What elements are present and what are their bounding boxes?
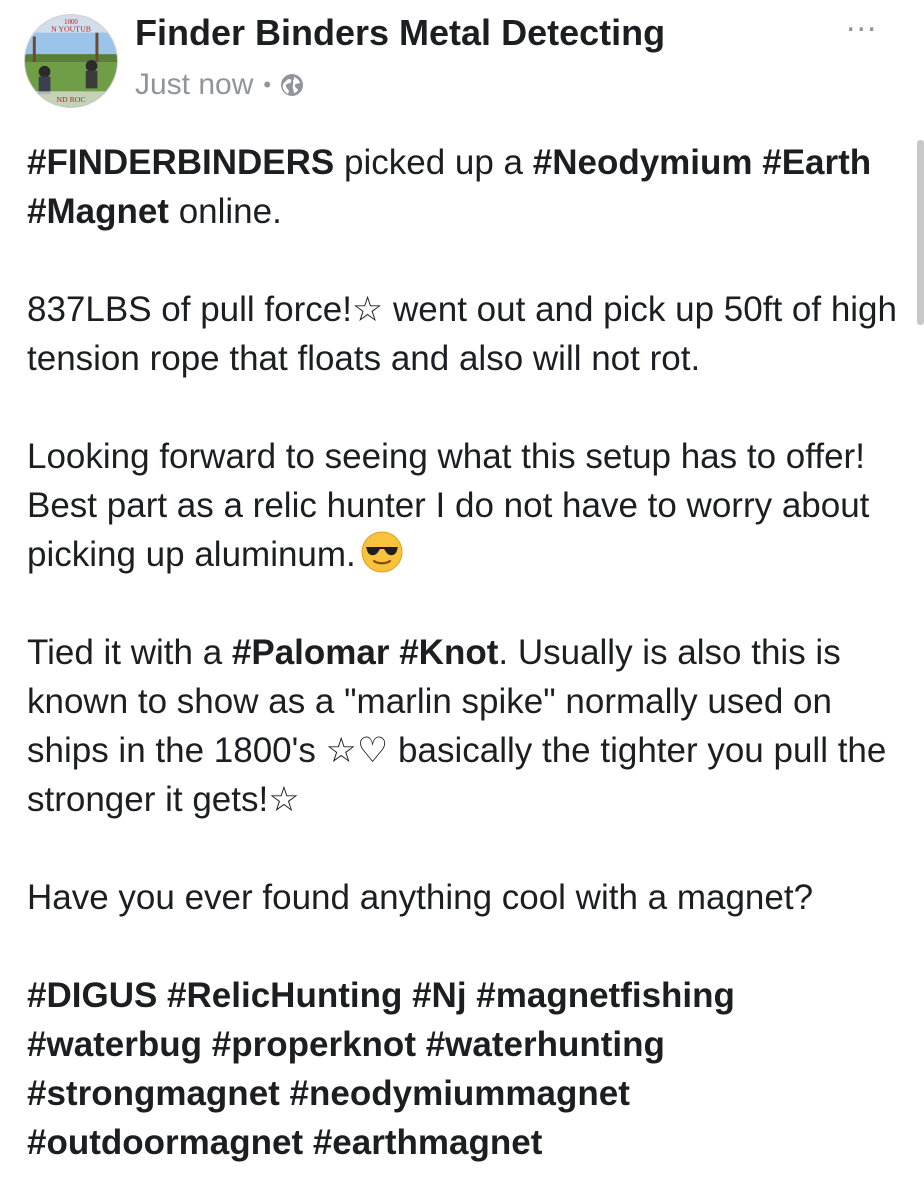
post-text: [416, 1025, 426, 1064]
page-avatar[interactable]: 1000 N YOUTUB ND ROC: [24, 14, 118, 108]
hashtag-link[interactable]: #magnetfishing: [476, 976, 735, 1015]
hashtag-link[interactable]: #DIGUS: [27, 976, 157, 1015]
post-text: [389, 633, 399, 672]
hashtag-link[interactable]: #waterhunting: [426, 1025, 665, 1064]
hashtag-link[interactable]: #earthmagnet: [313, 1123, 543, 1162]
post-text: [753, 143, 763, 182]
post-text: Have you ever found anything cool with a…: [27, 878, 814, 917]
hashtag-link[interactable]: #neodymiummagnet: [290, 1074, 630, 1113]
post-text: [467, 976, 477, 1015]
hashtag-link[interactable]: #Nj: [412, 976, 466, 1015]
post-text: [303, 1123, 313, 1162]
svg-text:N YOUTUB: N YOUTUB: [51, 25, 91, 34]
post-text: [202, 1025, 212, 1064]
post-meta: Just now •: [135, 68, 305, 102]
hashtag-link[interactable]: #strongmagnet: [27, 1074, 280, 1113]
hashtag-link[interactable]: #RelicHunting: [167, 976, 402, 1015]
meta-separator: •: [263, 72, 272, 97]
post-paragraph: #DIGUS #RelicHunting #Nj #magnetfishing …: [27, 971, 907, 1167]
post-text: 837LBS of pull force!☆ went out and pick…: [27, 290, 897, 378]
post-text: Looking forward to seeing what this setu…: [27, 437, 870, 574]
avatar-photo: 1000 N YOUTUB ND ROC: [25, 15, 117, 107]
hashtag-link[interactable]: #Neodymium: [533, 143, 753, 182]
hashtag-link[interactable]: #waterbug: [27, 1025, 202, 1064]
hashtag-link[interactable]: #Knot: [399, 633, 498, 672]
post-text: Tied it with a: [27, 633, 232, 672]
scrollbar-thumb[interactable]: [917, 140, 924, 325]
post-text: online.: [168, 192, 282, 231]
post-paragraph: Tied it with a #Palomar #Knot. Usually i…: [27, 628, 907, 824]
post-paragraph: Looking forward to seeing what this setu…: [27, 432, 907, 579]
post-text: picked up a: [334, 143, 533, 182]
hashtag-link[interactable]: #properknot: [212, 1025, 416, 1064]
post-text: [157, 976, 167, 1015]
post-text: [402, 976, 412, 1015]
post-paragraph: 837LBS of pull force!☆ went out and pick…: [27, 285, 907, 383]
hashtag-link[interactable]: #outdoormagnet: [27, 1123, 303, 1162]
post-text: [280, 1074, 290, 1113]
more-options-button[interactable]: ...: [846, 3, 877, 37]
facebook-post: 1000 N YOUTUB ND ROC Finder Binders Meta…: [0, 0, 924, 1200]
hashtag-link[interactable]: #Earth: [762, 143, 871, 182]
hashtag-link[interactable]: #FINDERBINDERS: [27, 143, 334, 182]
post-body: #FINDERBINDERS picked up a #Neodymium #E…: [27, 138, 907, 1167]
hashtag-link[interactable]: #Palomar: [232, 633, 390, 672]
hashtag-link[interactable]: #Magnet: [27, 192, 169, 231]
page-name-link[interactable]: Finder Binders Metal Detecting: [135, 12, 665, 54]
svg-text:ND ROC: ND ROC: [56, 95, 85, 104]
globe-icon[interactable]: [279, 72, 305, 98]
post-timestamp[interactable]: Just now: [135, 68, 253, 102]
smiling-face-with-sunglasses-icon: [360, 530, 404, 574]
post-paragraph: #FINDERBINDERS picked up a #Neodymium #E…: [27, 138, 907, 236]
post-paragraph: Have you ever found anything cool with a…: [27, 873, 907, 922]
